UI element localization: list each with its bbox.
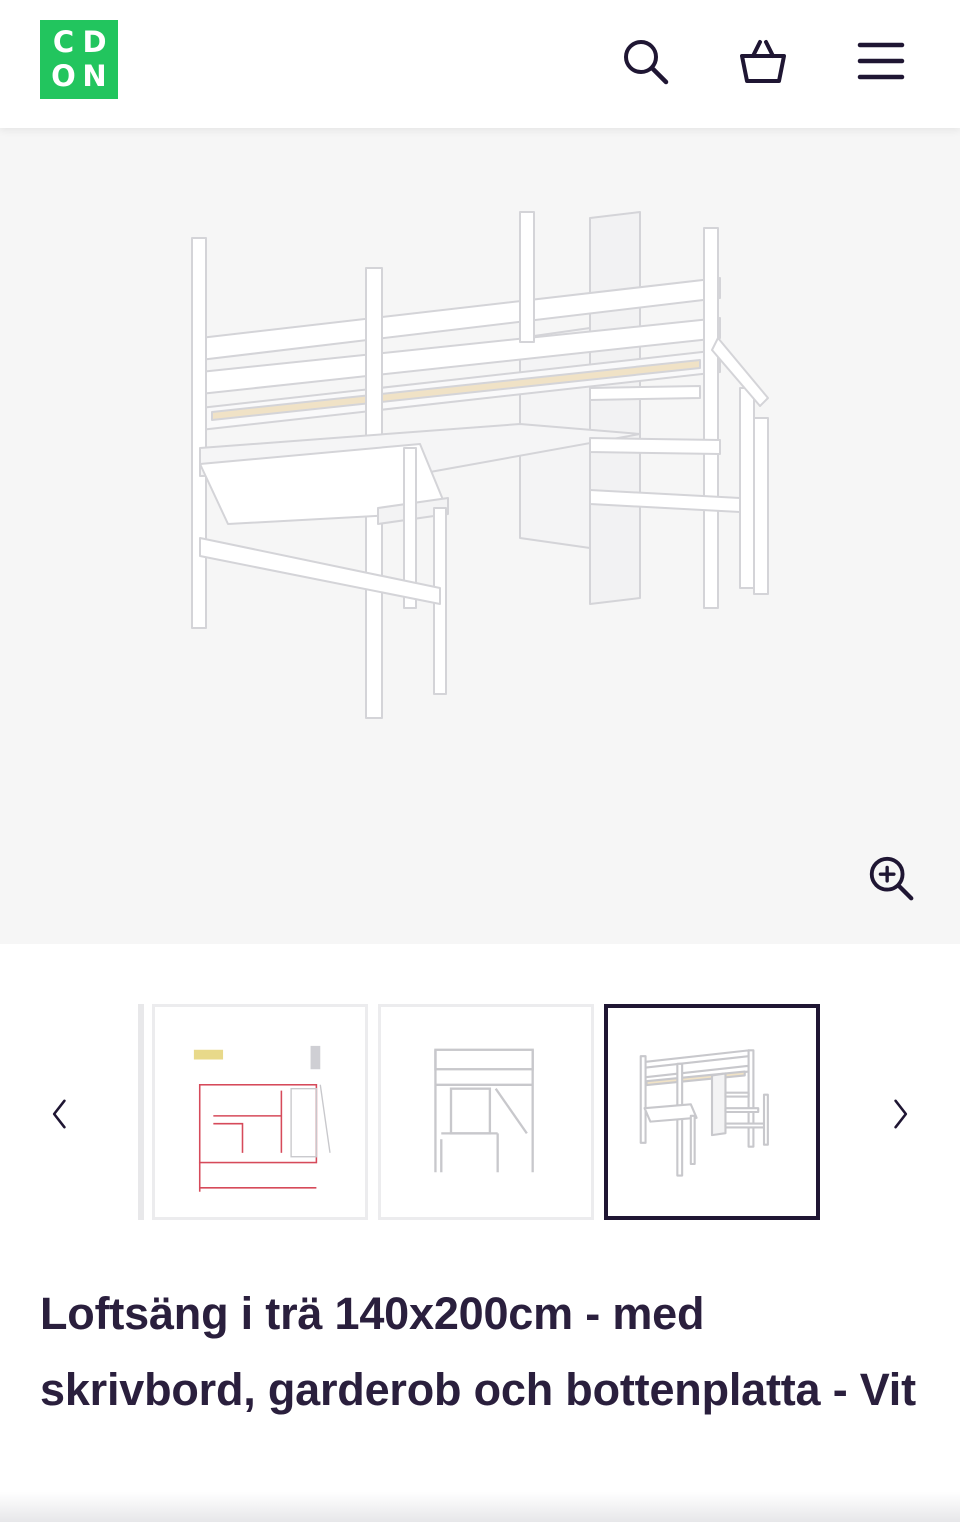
product-image-gallery[interactable]: [0, 128, 960, 944]
product-title: Loftsäng i trä 140x200cm - med skrivbord…: [40, 1288, 916, 1415]
thumbnail-front-view[interactable]: [378, 1004, 594, 1220]
cart-button[interactable]: [736, 34, 790, 88]
front-view-image: [434, 1048, 534, 1173]
logo-letter-c: C: [52, 25, 75, 60]
thumbnail-carousel: [0, 944, 960, 1244]
dimension-drawing-image: [193, 1045, 331, 1192]
logo-letter-n: N: [82, 58, 107, 93]
thumbnail-perspective-view[interactable]: [604, 1004, 820, 1220]
cdon-logo[interactable]: C D O N: [40, 20, 118, 99]
logo-letter-o: O: [51, 58, 76, 93]
search-button[interactable]: [618, 34, 672, 88]
carousel-prev-button[interactable]: [40, 1084, 80, 1144]
perspective-view-image: [639, 1049, 769, 1177]
thumbnail-dimension-drawing[interactable]: [152, 1004, 368, 1220]
menu-button[interactable]: [854, 34, 908, 88]
zoom-in-icon: [869, 856, 914, 901]
zoom-button[interactable]: [864, 852, 918, 906]
carousel-next-button[interactable]: [880, 1084, 920, 1144]
product-main-image: [191, 211, 769, 719]
basket-icon: [740, 40, 786, 83]
logo-letter-d: D: [82, 25, 107, 60]
menu-icon: [857, 42, 905, 80]
search-icon: [624, 40, 669, 85]
site-header: C D O N: [0, 0, 960, 128]
bottom-shadow: [0, 1492, 960, 1522]
thumbnail-edge: [138, 1004, 144, 1220]
chevron-left-icon: [52, 1099, 66, 1129]
chevron-right-icon: [894, 1099, 908, 1129]
